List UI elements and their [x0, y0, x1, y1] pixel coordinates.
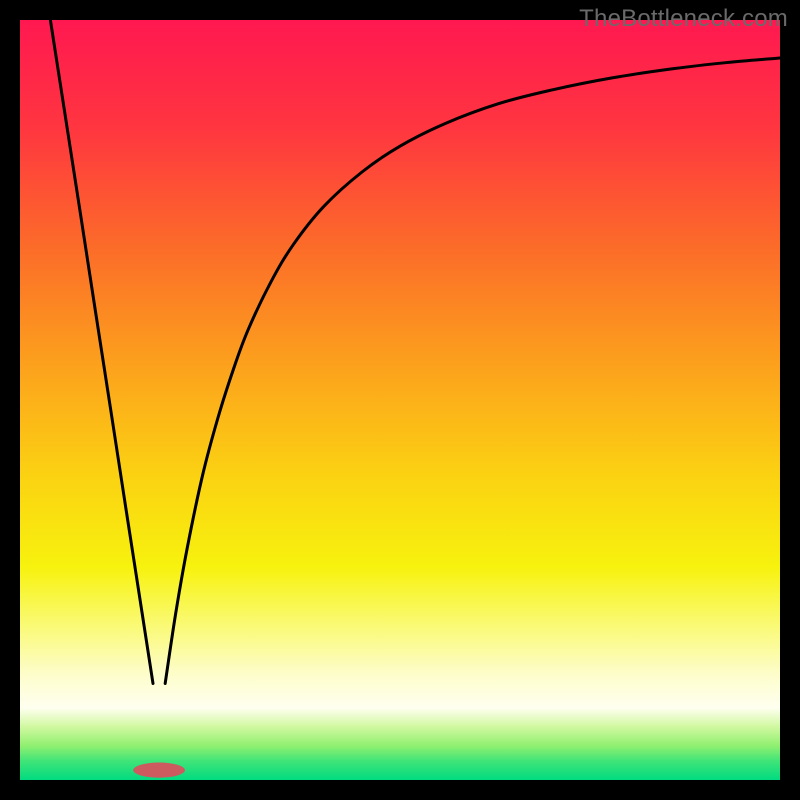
plot-area: [20, 20, 780, 780]
chart-svg: [20, 20, 780, 780]
minimum-marker: [133, 763, 185, 778]
chart-background: [20, 20, 780, 780]
chart-root: TheBottleneck.com: [0, 0, 800, 800]
watermark-text: TheBottleneck.com: [579, 5, 788, 33]
